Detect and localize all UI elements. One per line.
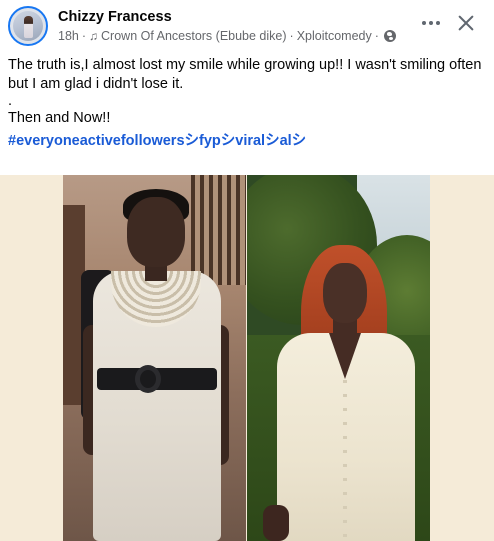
close-icon[interactable] <box>452 9 480 37</box>
photo-gate <box>191 175 246 285</box>
post-header: Chizzy Francess 18h · ♫ Crown Of Ancesto… <box>0 0 494 54</box>
post-body-dot: . <box>8 93 13 109</box>
author-avatar[interactable] <box>8 6 48 46</box>
photo-buttons <box>343 380 347 540</box>
then-photo <box>63 175 246 541</box>
post-body-line: The truth is,I almost lost my smile whil… <box>8 57 482 92</box>
globe-icon[interactable] <box>383 30 396 42</box>
post-meta: 18h · ♫ Crown Of Ancestors (Ebube dike) … <box>58 29 396 43</box>
more-horizontal-icon <box>436 21 440 25</box>
hashtag-link[interactable]: #everyoneactivefollowersシfypシviralシalシ <box>8 132 488 151</box>
photo-face <box>127 197 185 267</box>
song-title[interactable]: Crown Of Ancestors (Ebube dike) <box>101 29 287 43</box>
more-options-button[interactable] <box>418 10 444 36</box>
post-text: The truth is,I almost lost my smile whil… <box>8 56 488 151</box>
meta-separator: · <box>81 29 87 43</box>
author-name[interactable]: Chizzy Francess <box>58 9 172 25</box>
photo-face <box>323 263 367 323</box>
music-note-icon: ♫ <box>89 29 99 43</box>
source-page[interactable]: Xploitcomedy <box>297 29 372 43</box>
post-media[interactable] <box>0 175 494 541</box>
meta-separator: · <box>374 29 379 43</box>
photo-arm <box>263 505 289 541</box>
post-body-line: Then and Now!! <box>8 110 111 126</box>
meta-separator: · <box>289 29 294 43</box>
more-horizontal-icon <box>429 21 433 25</box>
now-photo <box>247 175 430 541</box>
more-horizontal-icon <box>422 21 426 25</box>
photo-buckle <box>135 365 161 393</box>
avatar-figure <box>24 16 33 38</box>
post-time[interactable]: 18h <box>58 29 79 43</box>
